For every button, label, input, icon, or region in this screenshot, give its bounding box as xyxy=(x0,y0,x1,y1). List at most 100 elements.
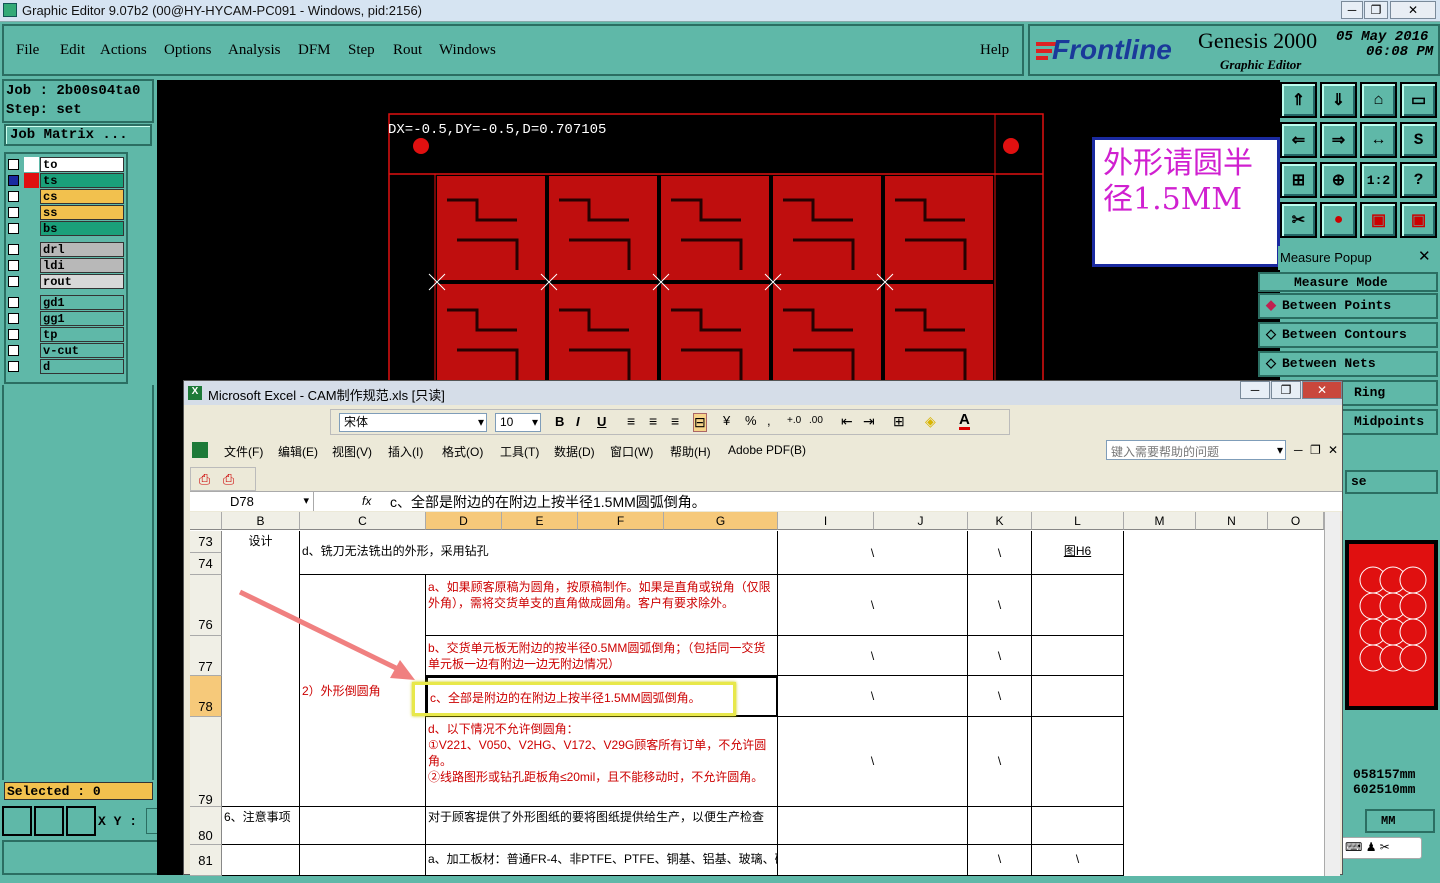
row-header[interactable]: 76 xyxy=(190,575,222,636)
layer-row[interactable]: ss xyxy=(6,205,124,220)
excel-menu-insert[interactable]: 插入(I) xyxy=(388,443,423,460)
layer-row[interactable]: gd1 xyxy=(6,295,124,310)
comma-icon[interactable]: , xyxy=(767,413,771,428)
grid-icon[interactable] xyxy=(66,806,96,836)
column-header[interactable]: C xyxy=(300,512,426,530)
cell-c73[interactable]: d、铣刀无法铣出的外形，采用钻孔 xyxy=(300,531,489,575)
menu-analysis[interactable]: Analysis xyxy=(228,42,281,59)
cell-i78[interactable]: \ xyxy=(778,676,968,717)
outdent-icon[interactable]: ⇤ xyxy=(841,413,853,430)
tool-scissors-icon[interactable]: ✂ xyxy=(1280,202,1317,238)
excel-menu-adobe-pdf[interactable]: Adobe PDF(B) xyxy=(728,443,806,457)
doc-restore-icon[interactable]: ❐ xyxy=(1310,443,1321,457)
italic-button[interactable]: I xyxy=(576,414,580,429)
cell-i79[interactable]: \ xyxy=(778,717,968,807)
fill-color-icon[interactable]: ◈ xyxy=(925,413,936,430)
menu-actions[interactable]: Actions xyxy=(100,42,147,59)
cell-k79[interactable]: \ xyxy=(968,717,1032,807)
menu-edit[interactable]: Edit xyxy=(60,42,85,59)
zoom-icon[interactable] xyxy=(2,806,32,836)
cell-k77[interactable]: \ xyxy=(968,636,1032,676)
mode-between-points[interactable]: ◆ Between Points xyxy=(1258,293,1438,319)
layer-row[interactable]: ldi xyxy=(6,258,124,273)
row-header[interactable]: 74 xyxy=(190,553,222,575)
tool-right-icon[interactable]: ⇒ xyxy=(1320,122,1357,158)
font-color-icon[interactable]: A xyxy=(959,412,970,430)
name-box[interactable]: D78 ▾ xyxy=(190,492,314,511)
tool-center-icon[interactable]: ⊕ xyxy=(1320,162,1357,198)
menu-dfm[interactable]: DFM xyxy=(298,42,331,59)
cell-k81[interactable]: \ xyxy=(968,845,1032,876)
column-header[interactable]: J xyxy=(874,512,968,530)
bold-button[interactable]: B xyxy=(555,414,564,429)
cell-c80[interactable] xyxy=(300,807,426,845)
merge-center-icon[interactable]: ⊟ xyxy=(693,413,707,432)
indent-icon[interactable]: ⇥ xyxy=(863,413,875,430)
layer-row[interactable]: cs xyxy=(6,189,124,204)
row-header[interactable]: 80 xyxy=(190,807,222,845)
layer-checkbox[interactable] xyxy=(8,329,19,340)
maximize-button[interactable]: ❐ xyxy=(1364,1,1388,19)
unit-select[interactable]: MM xyxy=(1365,809,1435,833)
tool-probe-icon[interactable]: ● xyxy=(1320,202,1357,238)
menu-help[interactable]: Help xyxy=(980,42,1009,59)
excel-close-button[interactable]: ✕ xyxy=(1302,381,1342,399)
align-center-icon[interactable]: ≡ xyxy=(649,413,657,429)
tool-scale-icon[interactable]: 1:2 xyxy=(1360,162,1397,198)
increase-decimal-icon[interactable]: +.0 xyxy=(787,415,801,426)
doc-close-icon[interactable]: ✕ xyxy=(1328,443,1338,457)
font-size-select[interactable]: 10 ▾ xyxy=(495,413,541,432)
tool-measure2-icon[interactable]: ▣ xyxy=(1400,202,1437,238)
mode-between-contours[interactable]: ◇ Between Contours xyxy=(1258,322,1438,348)
cell-b81[interactable] xyxy=(222,845,300,876)
layer-checkbox[interactable] xyxy=(8,244,19,255)
snap-icon[interactable] xyxy=(34,806,64,836)
layer-row[interactable]: ts xyxy=(6,173,124,188)
menu-options[interactable]: Options xyxy=(164,42,212,59)
decrease-decimal-icon[interactable]: .00 xyxy=(809,415,823,426)
cell-l76[interactable] xyxy=(1032,575,1124,636)
row-header[interactable]: 73 xyxy=(190,531,222,553)
layer-checkbox[interactable] xyxy=(8,361,19,372)
layer-row[interactable]: rout xyxy=(6,274,124,289)
cell-l79[interactable] xyxy=(1032,717,1124,807)
cell-k76[interactable]: \ xyxy=(968,575,1032,636)
cell-l77[interactable] xyxy=(1032,636,1124,676)
fx-icon[interactable]: fx xyxy=(362,494,371,508)
excel-menu-edit[interactable]: 编辑(E) xyxy=(278,443,318,460)
cell-d77[interactable]: b、交货单元板无附边的按半径0.5MM圆弧倒角；（包括同一交货单元板一边有附边一… xyxy=(426,636,778,676)
cell-k73[interactable]: \ xyxy=(968,531,1032,575)
cell-i80[interactable] xyxy=(778,807,968,845)
cell-k78[interactable]: \ xyxy=(968,676,1032,717)
tool-home-icon[interactable]: ⌂ xyxy=(1360,82,1397,118)
layer-row[interactable]: d xyxy=(6,359,124,374)
cell-d80[interactable]: 对于顾客提供了外形图纸的要将图纸提供给生产，以便生产检查 xyxy=(426,807,778,845)
column-header[interactable]: D xyxy=(426,512,502,530)
column-header[interactable]: G xyxy=(664,512,778,530)
excel-menu-data[interactable]: 数据(D) xyxy=(554,443,595,460)
column-header[interactable]: M xyxy=(1124,512,1196,530)
underline-button[interactable]: U xyxy=(597,414,606,429)
cell-i81[interactable] xyxy=(778,845,968,876)
excel-menu-window[interactable]: 窗口(W) xyxy=(610,443,653,460)
layer-checkbox[interactable] xyxy=(8,276,19,287)
tool-fit-icon[interactable]: ⊞ xyxy=(1280,162,1317,198)
layer-checkbox[interactable] xyxy=(8,207,19,218)
cell-i77[interactable]: \ xyxy=(778,636,968,676)
layer-checkbox[interactable] xyxy=(8,313,19,324)
column-header[interactable]: B xyxy=(222,512,300,530)
row-header[interactable]: 81 xyxy=(190,845,222,876)
tool-measure-icon[interactable]: ▣ xyxy=(1360,202,1397,238)
pdf-email-icon[interactable]: ⎙ xyxy=(223,471,234,488)
column-header[interactable]: N xyxy=(1196,512,1268,530)
percent-icon[interactable]: % xyxy=(745,413,757,428)
cell-i73[interactable]: \ xyxy=(778,531,968,575)
font-select[interactable]: 宋体 ▾ xyxy=(339,413,487,432)
excel-menu-file[interactable]: 文件(F) xyxy=(224,443,263,460)
cell-l80[interactable] xyxy=(1032,807,1124,845)
cell-i76[interactable]: \ xyxy=(778,575,968,636)
popup-close-icon[interactable]: ✕ xyxy=(1418,247,1431,265)
column-header[interactable]: K xyxy=(968,512,1032,530)
column-header[interactable]: O xyxy=(1268,512,1324,530)
excel-minimize-button[interactable]: ─ xyxy=(1240,381,1270,399)
